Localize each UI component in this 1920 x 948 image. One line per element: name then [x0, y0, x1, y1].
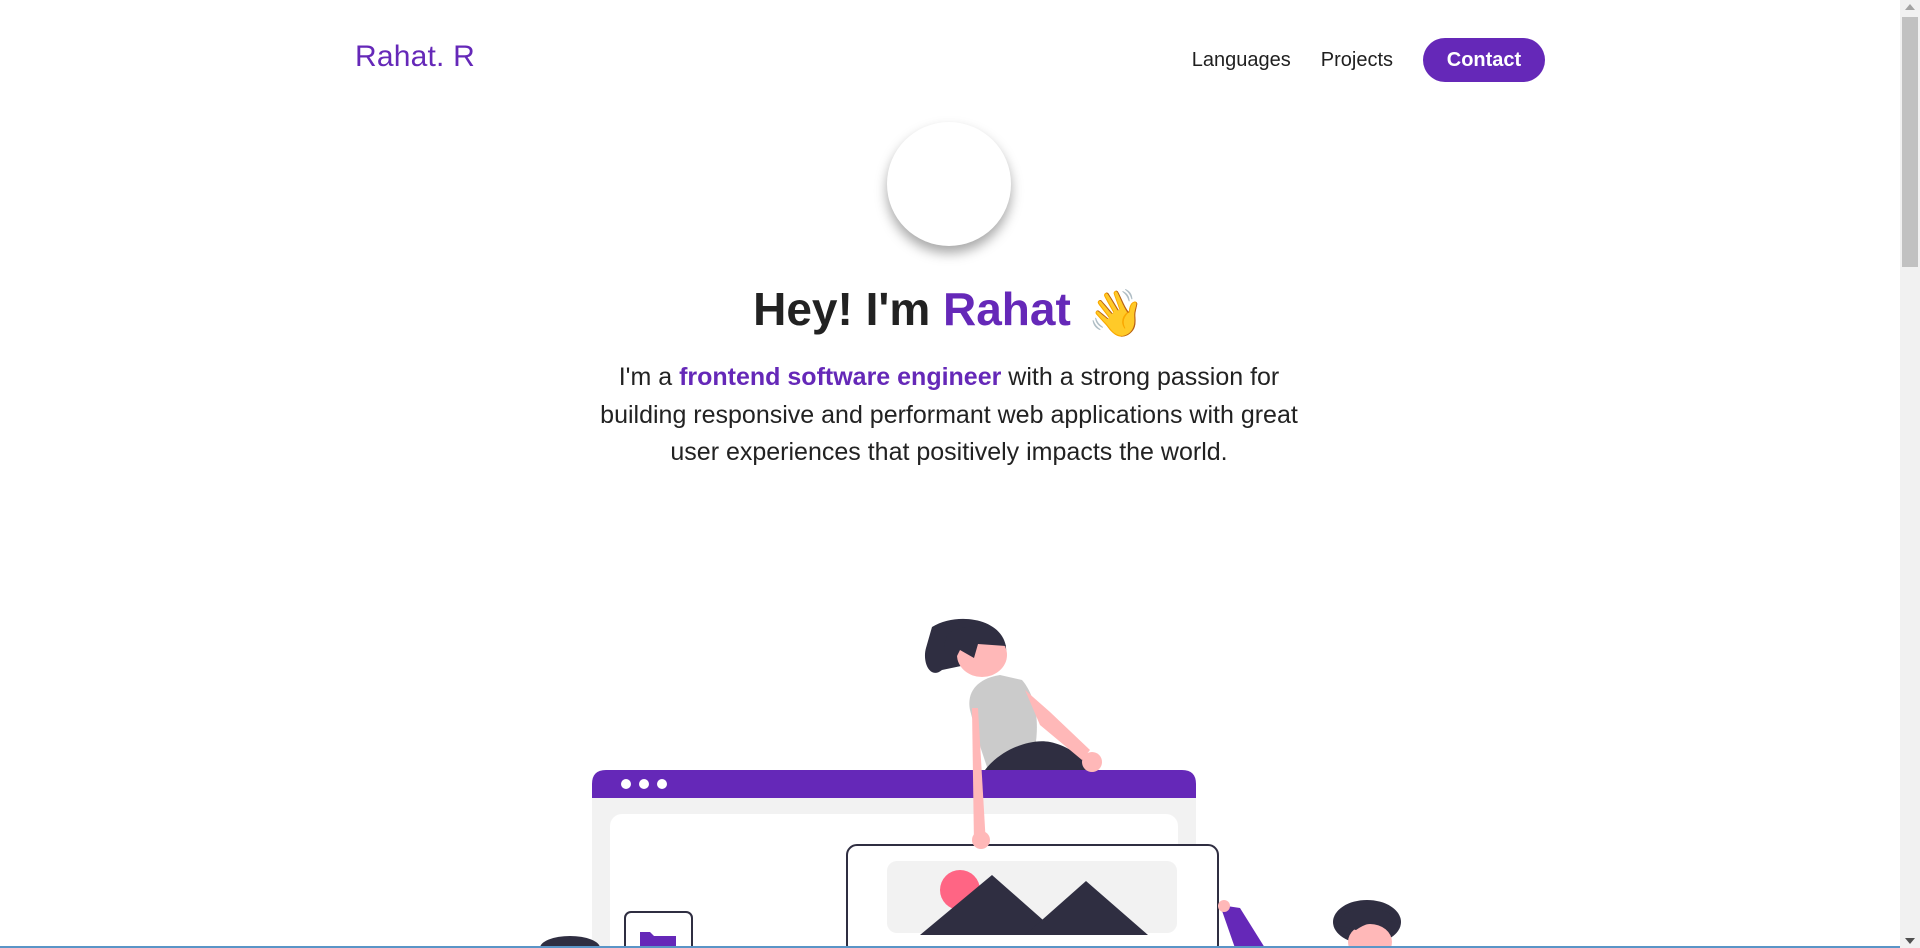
- image-icon: [846, 844, 1219, 948]
- hero-description: I'm a frontend software engineer with a …: [574, 359, 1324, 472]
- page: Rahat. R Languages Projects Contact Hey!…: [0, 0, 1920, 948]
- contact-button[interactable]: Contact: [1423, 38, 1545, 82]
- nav-link-projects[interactable]: Projects: [1321, 49, 1393, 72]
- hero-name: Rahat: [943, 283, 1071, 335]
- folder-icon: [624, 911, 693, 948]
- main-nav: Languages Projects Contact: [1192, 38, 1545, 82]
- hero-greeting: Hey! I'm: [753, 283, 943, 335]
- hero-desc-prefix: I'm a: [618, 363, 680, 391]
- person-right-illustration: [1218, 900, 1401, 948]
- avatar: [887, 122, 1011, 246]
- site-logo[interactable]: Rahat. R: [355, 40, 475, 74]
- hero-illustration: [540, 618, 1401, 948]
- hero-desc-highlight: frontend software engineer: [679, 363, 1002, 391]
- hero-title: Hey! I'm Rahat 👋: [0, 282, 1898, 341]
- wave-emoji-icon: 👋: [1087, 287, 1145, 339]
- scroll-down-arrow-icon[interactable]: [1905, 938, 1915, 944]
- scrollbar-thumb[interactable]: [1902, 17, 1918, 267]
- page-scrollbar[interactable]: [1900, 0, 1920, 948]
- nav-link-languages[interactable]: Languages: [1192, 49, 1291, 72]
- scroll-up-arrow-icon[interactable]: [1905, 4, 1915, 10]
